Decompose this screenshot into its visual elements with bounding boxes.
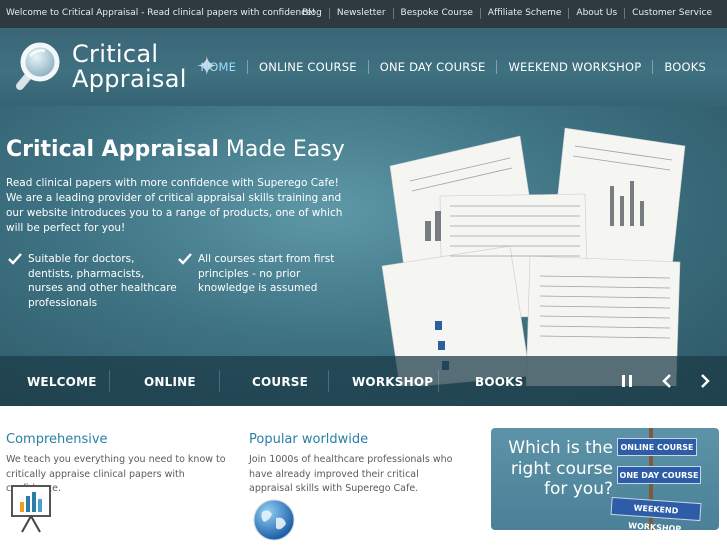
top-links: Blog Newsletter Bespoke Course Affiliate…: [295, 8, 719, 19]
site-logo-text[interactable]: Critical Appraisal: [72, 42, 187, 92]
feature-item: All courses start from first principles …: [178, 252, 353, 296]
hero-slider: Critical Appraisal Made Easy Read clinic…: [0, 106, 727, 406]
slider-tab-course[interactable]: COURSE: [252, 375, 308, 389]
feature-item: Suitable for doctors, dentists, pharmaci…: [8, 252, 178, 310]
tab-divider: [109, 370, 110, 392]
course-finder-banner[interactable]: Which is the right course for you? ONLIN…: [491, 428, 719, 530]
slider-tab-books[interactable]: BOOKS: [475, 375, 524, 389]
welcome-message: Welcome to Critical Appraisal - Read cli…: [6, 8, 316, 18]
top-link-blog[interactable]: Blog: [295, 8, 329, 19]
feature-text: Suitable for doctors, dentists, pharmaci…: [28, 253, 177, 309]
chevron-right-icon[interactable]: [692, 369, 716, 393]
top-bar: Welcome to Critical Appraisal - Read cli…: [0, 0, 727, 28]
slider-tab-online[interactable]: ONLINE: [144, 375, 196, 389]
tab-divider: [328, 370, 329, 392]
hero-description: Read clinical papers with more confidenc…: [6, 177, 343, 234]
top-link-about-us[interactable]: About Us: [568, 8, 624, 19]
popular-worldwide-section: Popular worldwide Join 1000s of healthca…: [249, 432, 464, 497]
magnifier-logo-icon[interactable]: [8, 40, 64, 96]
section-text: Join 1000s of healthcare professionals w…: [249, 454, 453, 494]
chevron-left-icon[interactable]: [656, 369, 680, 393]
top-link-customer-service[interactable]: Customer Service: [624, 8, 719, 19]
promo-question: Which is the right course for you?: [508, 438, 613, 499]
logo-line-1: Critical: [72, 40, 159, 68]
hero-title: Critical Appraisal Made Easy: [6, 137, 345, 162]
slider-tab-bar: WELCOME ONLINE COURSE WORKSHOP BOOKS: [0, 356, 727, 406]
nav-weekend-workshop[interactable]: WEEKEND WORKSHOP: [496, 60, 652, 74]
presentation-chart-icon: [10, 484, 52, 534]
tab-divider: [438, 370, 439, 392]
hero-title-light: Made Easy: [225, 137, 345, 162]
top-link-bespoke-course[interactable]: Bespoke Course: [392, 8, 480, 19]
checkmark-icon: [178, 253, 192, 265]
nav-one-day-course[interactable]: ONE DAY COURSE: [367, 60, 497, 74]
site-header: Critical Appraisal ✦ HOME ONLINE COURSE …: [0, 28, 727, 106]
hero-title-bold: Critical Appraisal: [6, 137, 219, 162]
nav-online-course[interactable]: ONLINE COURSE: [247, 60, 368, 74]
nav-home[interactable]: HOME: [189, 60, 247, 74]
sign-one-day-course[interactable]: ONE DAY COURSE: [617, 466, 701, 484]
top-link-newsletter[interactable]: Newsletter: [328, 8, 393, 19]
top-link-affiliate-scheme[interactable]: Affiliate Scheme: [479, 8, 569, 19]
tab-divider: [219, 370, 220, 392]
section-title: Popular worldwide: [249, 432, 369, 447]
slider-tab-welcome[interactable]: WELCOME: [27, 375, 97, 389]
sign-weekend-workshop[interactable]: WEEKEND WORKSHOP: [610, 496, 702, 530]
logo-line-2: Appraisal: [72, 65, 187, 93]
sign-online-course[interactable]: ONLINE COURSE: [617, 438, 697, 456]
nav-books[interactable]: BOOKS: [652, 60, 717, 74]
globe-icon: [252, 498, 296, 542]
checkmark-icon: [8, 253, 22, 265]
slider-tab-workshop[interactable]: WORKSHOP: [352, 375, 433, 389]
pause-icon[interactable]: [615, 369, 639, 393]
feature-text: All courses start from first principles …: [198, 253, 335, 294]
clinical-papers-illustration: [381, 127, 686, 386]
main-nav: HOME ONLINE COURSE ONE DAY COURSE WEEKEN…: [189, 60, 717, 74]
section-title: Comprehensive: [6, 432, 108, 447]
